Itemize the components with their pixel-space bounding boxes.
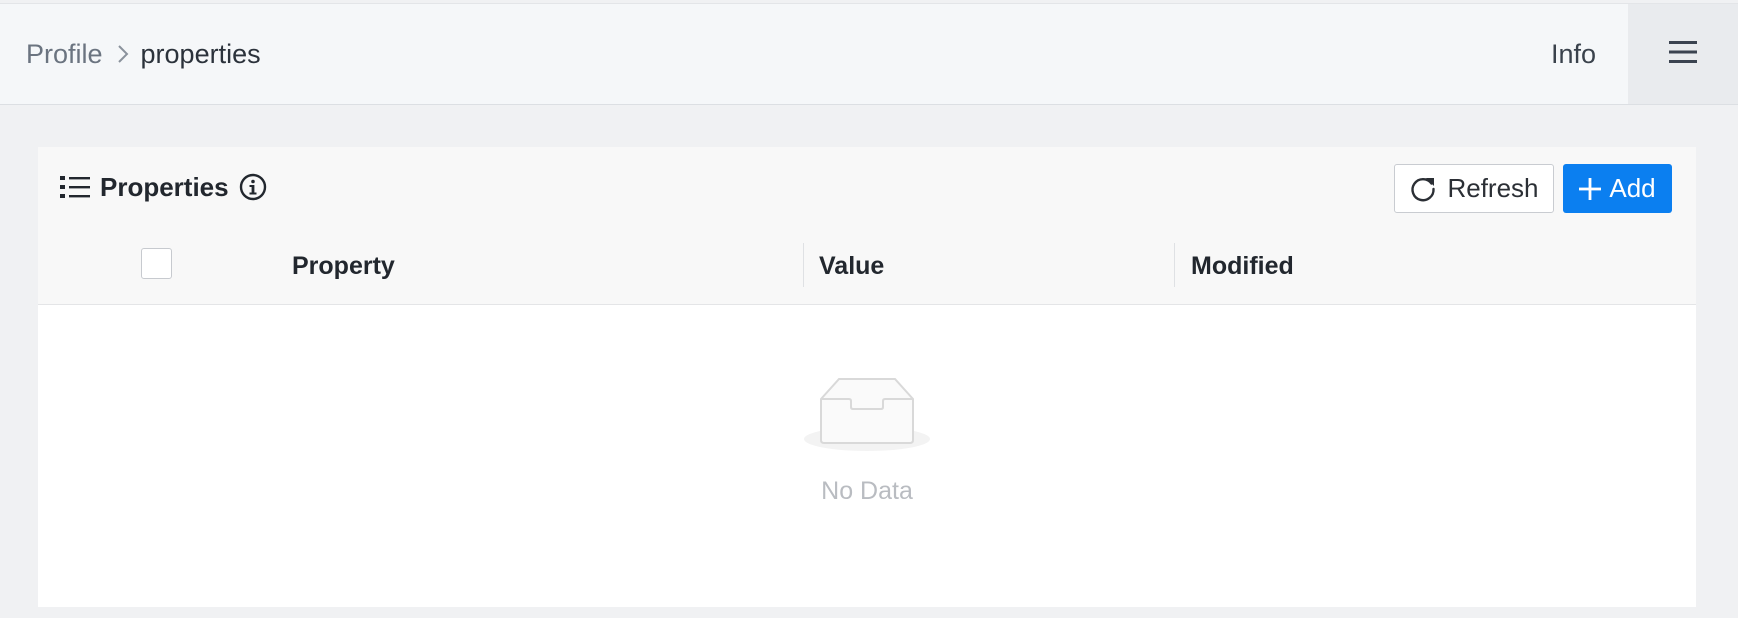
empty-inbox-icon — [803, 373, 931, 460]
info-link[interactable]: Info — [1551, 4, 1596, 104]
refresh-icon — [1409, 175, 1437, 203]
hamburger-menu-icon — [1669, 40, 1697, 69]
add-button-label: Add — [1609, 173, 1656, 203]
column-header-property[interactable]: Property — [292, 227, 395, 305]
table-header: Property Value Modified — [38, 227, 1696, 305]
column-header-value[interactable]: Value — [819, 227, 884, 305]
panel-title: Properties — [60, 147, 267, 227]
select-all-checkbox[interactable] — [141, 248, 172, 279]
panel-header: Properties Refresh Add — [38, 147, 1696, 227]
list-icon — [60, 175, 90, 199]
chevron-right-icon — [117, 44, 129, 64]
refresh-button[interactable]: Refresh — [1394, 164, 1554, 213]
top-bar: Profile properties Info — [0, 3, 1738, 105]
column-header-modified[interactable]: Modified — [1191, 227, 1294, 305]
breadcrumb: Profile properties — [26, 4, 261, 104]
breadcrumb-profile-link[interactable]: Profile — [26, 39, 103, 70]
panel-title-text: Properties — [100, 171, 229, 202]
column-divider[interactable] — [803, 243, 804, 287]
properties-panel: Properties Refresh Add Property Value Mo… — [38, 147, 1696, 607]
plus-icon — [1579, 177, 1602, 200]
breadcrumb-current: properties — [140, 38, 261, 69]
info-circle-icon[interactable] — [239, 173, 267, 201]
empty-state-text: No Data — [821, 477, 913, 505]
refresh-button-label: Refresh — [1447, 173, 1539, 203]
column-divider[interactable] — [1174, 243, 1175, 287]
menu-button[interactable] — [1628, 4, 1738, 104]
add-button[interactable]: Add — [1563, 164, 1672, 213]
